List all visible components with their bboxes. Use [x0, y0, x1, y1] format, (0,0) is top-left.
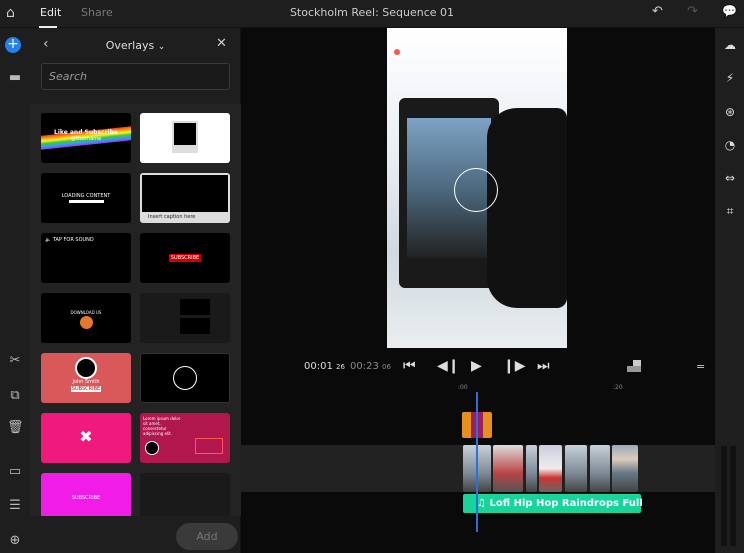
feedback-icon[interactable]: 💬 [722, 4, 737, 18]
track-icon[interactable]: ▭ [7, 464, 23, 480]
add-media-icon[interactable]: + [5, 37, 21, 53]
thumb-label: TAP FOR SOUND [52, 237, 94, 243]
skip-to-end-icon[interactable]: ⏭ [537, 358, 550, 374]
panel-title: Overlays [105, 39, 155, 52]
overlay-thumb[interactable]: SUBSCRIBE [140, 233, 230, 283]
overlays-panel: ‹ Overlays ⌄ ✕ Search Like and Subscribe… [30, 28, 241, 553]
transform-icon[interactable]: ⇔ [722, 171, 738, 187]
video-preview[interactable] [387, 28, 567, 348]
step-forward-icon[interactable]: ❙▶ [503, 358, 526, 374]
x-mark-icon: ✖ [79, 427, 93, 446]
overlay-thumb[interactable] [140, 353, 230, 403]
thumb-label: LOADING CONTENT [61, 193, 111, 199]
overlay-thumb[interactable]: Like and Subscribe @Username [41, 113, 131, 163]
overlay-thumb[interactable] [140, 293, 230, 343]
thumb-label: Lorem ipsum dolor sit amet, consectetur … [143, 416, 181, 436]
camera-lens [487, 108, 567, 308]
undo-icon[interactable]: ↶ [652, 4, 663, 19]
thumb-label: John Smith [72, 379, 100, 385]
auto-reframe-icon[interactable]: ⚡ [722, 71, 738, 87]
focus-ring [454, 168, 498, 212]
overlay-thumb[interactable]: Insert caption here [140, 173, 230, 223]
overlay-grid: Like and Subscribe @Username LOADING CON… [30, 104, 241, 516]
play-icon[interactable]: ▶ [471, 358, 482, 374]
audio-meter-right [730, 446, 736, 546]
ruler-tick: :20 [613, 384, 623, 391]
menu-icon[interactable]: = [696, 360, 705, 373]
trash-icon[interactable]: 🗑 [7, 420, 24, 436]
overlay-thumb[interactable]: DOWNLOAD US [41, 293, 131, 343]
top-bar: ⌂ Edit Share Stockholm Reel: Sequence 01… [0, 0, 744, 28]
record-dot [394, 49, 400, 55]
media-bin-icon[interactable]: ▬ [7, 70, 23, 86]
thumb-label: SUBSCRIBE [169, 254, 201, 262]
video-clip[interactable] [590, 445, 610, 492]
overlay-thumb[interactable]: John Smith SUBSCRIBE [41, 353, 131, 403]
close-icon[interactable]: ✕ [216, 36, 227, 51]
list-icon[interactable]: ☰ [7, 498, 23, 514]
right-toolbar: ☁ ⚡ ⊛ ◔ ⇔ ⌗ [715, 28, 744, 553]
aspect-ratio-icon[interactable] [627, 360, 641, 372]
video-clip[interactable] [526, 445, 537, 492]
audio-meter-left [721, 446, 727, 546]
skip-to-start-icon[interactable]: ⏮ [403, 358, 416, 374]
audio-clip[interactable]: ♫ Lofi Hip Hop Raindrops Full [463, 494, 643, 513]
ruler-tick: :00 [458, 384, 468, 391]
duplicate-icon[interactable]: ⧉ [7, 388, 23, 404]
project-title: Stockholm Reel: Sequence 01 [289, 6, 455, 19]
search-input[interactable]: Search [41, 63, 230, 90]
thumb-label: SUBSCRIBE [71, 495, 101, 501]
overlay-thumb[interactable]: LOADING CONTENT [41, 173, 131, 223]
thumb-label: Insert caption here [148, 214, 196, 220]
panel-title-dropdown[interactable]: Overlays ⌄ [30, 39, 241, 52]
overlay-thumb[interactable]: ✖ [41, 413, 131, 463]
overlay-thumb[interactable]: 🔈 TAP FOR SOUND [41, 233, 131, 283]
add-track-icon[interactable]: ⊕ [7, 533, 23, 549]
thumb-label: Like and Subscribe [54, 129, 118, 136]
speed-icon[interactable]: ◔ [722, 138, 738, 154]
overlay-thumb[interactable]: SUBSCRIBE [41, 473, 131, 516]
overlay-thumb[interactable]: Lorem ipsum dolor sit amet, consectetur … [140, 413, 230, 463]
thumb-label: DOWNLOAD US [70, 310, 102, 315]
thumb-sublabel: SUBSCRIBE [71, 386, 101, 392]
chevron-down-icon: ⌄ [157, 42, 166, 52]
audio-clip-label: Lofi Hip Hop Raindrops Full [489, 498, 643, 509]
speaker-icon: 🔈 [45, 237, 52, 243]
step-back-icon[interactable]: ◀❙ [437, 358, 460, 374]
redo-icon[interactable]: ↷ [687, 4, 698, 19]
video-clip[interactable] [493, 445, 523, 492]
upload-cloud-icon[interactable]: ☁ [722, 38, 738, 54]
music-note-icon: ♫ [477, 498, 486, 509]
crop-icon[interactable]: ⌗ [722, 204, 738, 220]
video-clip[interactable] [539, 445, 562, 492]
overlay-thumb[interactable] [140, 113, 230, 163]
left-toolbar: + ▬ ✂ ⧉ 🗑 ▭ ☰ ⊕ [0, 28, 30, 553]
total-time: 00:23 06 [350, 361, 391, 372]
video-clip[interactable] [565, 445, 587, 492]
video-clip[interactable] [612, 445, 638, 492]
current-time: 00:01 26 [304, 361, 345, 372]
scissors-icon[interactable]: ✂ [7, 353, 23, 369]
add-button[interactable]: Add [176, 523, 238, 550]
thumb-sublabel: @Username [70, 136, 102, 142]
playhead[interactable] [476, 392, 478, 532]
overlay-thumb[interactable] [140, 473, 230, 516]
color-icon[interactable]: ⊛ [722, 105, 738, 121]
